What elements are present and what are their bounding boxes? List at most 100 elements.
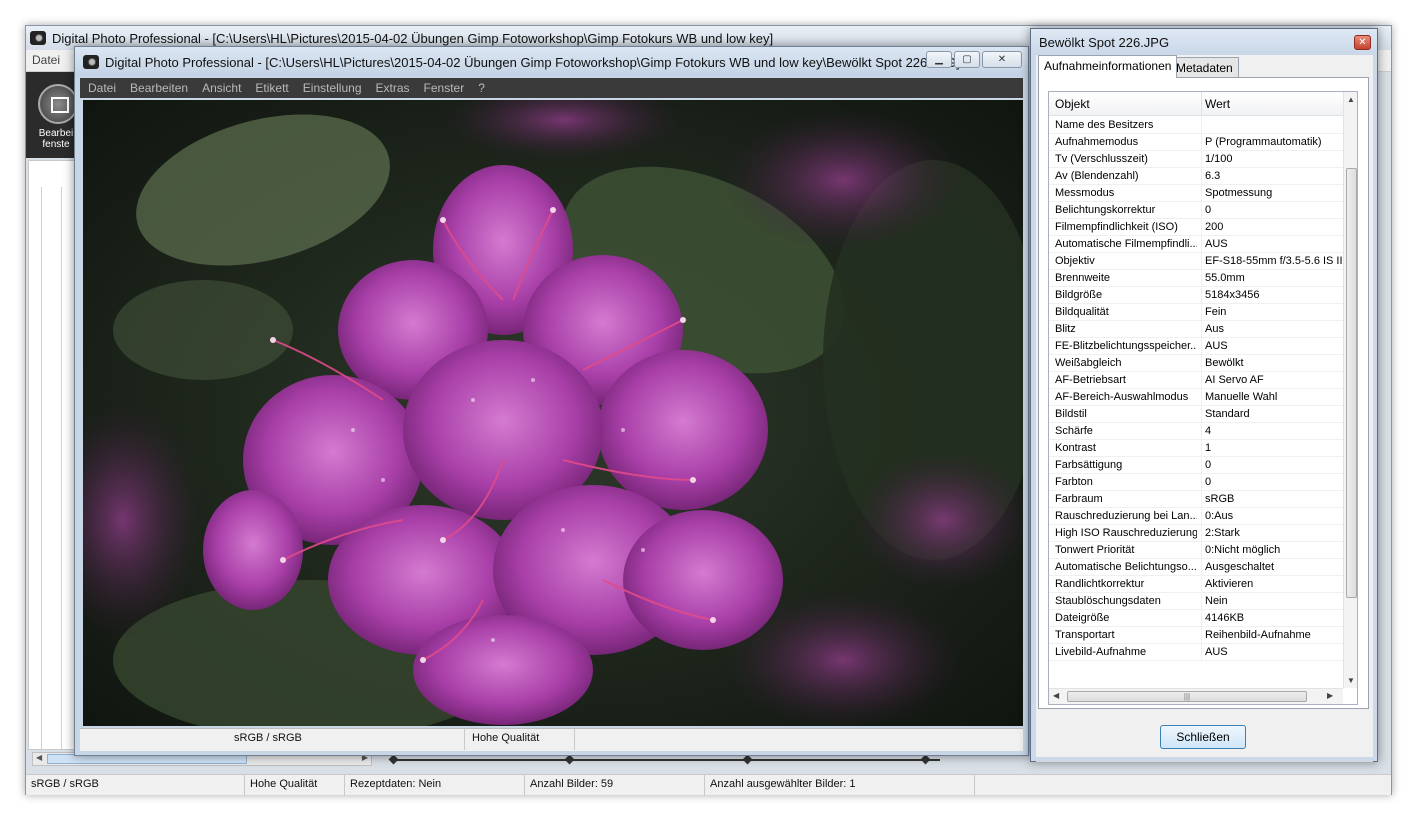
table-row[interactable]: Farbton 0 bbox=[1049, 474, 1343, 491]
row-key: Bildgröße bbox=[1055, 289, 1103, 301]
row-key: Transportart bbox=[1055, 629, 1115, 641]
viewer-titlebar[interactable]: Digital Photo Professional - [C:\Users\H… bbox=[75, 47, 1028, 77]
menu-help[interactable]: ? bbox=[478, 81, 485, 95]
edit-window-icon[interactable] bbox=[38, 84, 78, 124]
menu-extras[interactable]: Extras bbox=[376, 81, 410, 95]
row-value: Spotmessung bbox=[1205, 187, 1273, 199]
table-row[interactable]: Aufnahmemodus P (Programmautomatik) bbox=[1049, 134, 1343, 151]
table-row[interactable]: Automatische Belichtungso... Ausgeschalte… bbox=[1049, 559, 1343, 576]
row-key: Bildstil bbox=[1055, 408, 1087, 420]
viewer-window-title: Digital Photo Professional - [C:\Users\H… bbox=[105, 54, 960, 70]
row-value: Fein bbox=[1205, 306, 1227, 318]
tab-metadaten[interactable]: Metadaten bbox=[1170, 57, 1239, 78]
row-key: Blitz bbox=[1055, 323, 1076, 335]
row-key: High ISO Rauschreduzierung bbox=[1055, 527, 1197, 539]
slider-tick[interactable] bbox=[920, 754, 931, 765]
menu-etikett[interactable]: Etikett bbox=[255, 81, 288, 95]
row-value: Aus bbox=[1205, 323, 1224, 335]
row-key: Livebild-Aufnahme bbox=[1055, 646, 1147, 658]
row-key: Weißabgleich bbox=[1055, 357, 1122, 369]
table-row[interactable]: High ISO Rauschreduzierung 2:Stark bbox=[1049, 525, 1343, 542]
table-row[interactable]: Farbraum sRGB bbox=[1049, 491, 1343, 508]
scroll-down-icon[interactable]: ▼ bbox=[1347, 676, 1355, 685]
row-value: 0:Aus bbox=[1205, 510, 1234, 522]
scrollbar-thumb[interactable]: ||| bbox=[1067, 691, 1307, 702]
table-row[interactable]: Automatische Filmempfindli... AUS bbox=[1049, 236, 1343, 253]
scroll-left-icon[interactable]: ◀ bbox=[1053, 691, 1059, 700]
vertical-scrollbar[interactable]: ▲ ▼ bbox=[1343, 92, 1357, 688]
menu-bearbeiten[interactable]: Bearbeiten bbox=[130, 81, 188, 95]
table-row[interactable]: Objektiv EF-S18-55mm f/3.5-5.6 IS II bbox=[1049, 253, 1343, 270]
close-icon[interactable]: ✕ bbox=[982, 51, 1022, 68]
row-value: 0 bbox=[1205, 476, 1212, 488]
row-value: 5184x3456 bbox=[1205, 289, 1260, 301]
main-menu-datei[interactable]: Datei bbox=[32, 53, 60, 67]
row-value: AUS bbox=[1205, 340, 1228, 352]
row-key: Name des Besitzers bbox=[1055, 119, 1154, 131]
table-row[interactable]: AF-Betriebsart AI Servo AF bbox=[1049, 372, 1343, 389]
table-row[interactable]: Tv (Verschlusszeit) 1/100 bbox=[1049, 151, 1343, 168]
scroll-left-icon[interactable]: ◀ bbox=[36, 753, 42, 762]
table-row[interactable]: Livebild-Aufnahme AUS bbox=[1049, 644, 1343, 661]
row-key: Brennweite bbox=[1055, 272, 1111, 284]
table-row[interactable]: Farbsättigung 0 bbox=[1049, 457, 1343, 474]
column-header-objekt[interactable]: Objekt bbox=[1055, 97, 1090, 111]
slider-tick[interactable] bbox=[564, 754, 575, 765]
scroll-up-icon[interactable]: ▲ bbox=[1347, 95, 1355, 104]
table-row[interactable]: Kontrast 1 bbox=[1049, 440, 1343, 457]
slider-tick[interactable] bbox=[742, 754, 753, 765]
slider-tick[interactable] bbox=[388, 754, 399, 765]
row-key: Objektiv bbox=[1055, 255, 1095, 267]
scrollbar-thumb[interactable] bbox=[1346, 168, 1357, 598]
table-row[interactable]: Tonwert Priorität 0:Nicht möglich bbox=[1049, 542, 1343, 559]
close-button[interactable]: Schließen bbox=[1160, 725, 1246, 749]
table-row[interactable]: Randlichtkorrektur Aktivieren bbox=[1049, 576, 1343, 593]
table-row[interactable]: Staublöschungsdaten Nein bbox=[1049, 593, 1343, 610]
table-row[interactable]: Bildstil Standard bbox=[1049, 406, 1343, 423]
table-row[interactable]: Transportart Reihenbild-Aufnahme bbox=[1049, 627, 1343, 644]
tab-aufnahmeinformationen[interactable]: Aufnahmeinformationen bbox=[1038, 55, 1178, 78]
horizontal-scrollbar[interactable]: ◀ ||| ▶ bbox=[1049, 688, 1343, 704]
row-value: Nein bbox=[1205, 595, 1228, 607]
status-quality: Hohe Qualität bbox=[250, 778, 318, 790]
column-header-wert[interactable]: Wert bbox=[1205, 97, 1230, 111]
menu-datei[interactable]: Datei bbox=[88, 81, 116, 95]
table-row[interactable]: Bildqualität Fein bbox=[1049, 304, 1343, 321]
row-value: 1/100 bbox=[1205, 153, 1233, 165]
table-row[interactable]: FE-Blitzbelichtungsspeicher... AUS bbox=[1049, 338, 1343, 355]
close-icon[interactable]: ✕ bbox=[1354, 35, 1371, 50]
table-row[interactable]: Belichtungskorrektur 0 bbox=[1049, 202, 1343, 219]
main-window-title: Digital Photo Professional - [C:\Users\H… bbox=[52, 30, 774, 46]
maximize-icon[interactable]: ▢ bbox=[954, 51, 980, 68]
camera-app-icon bbox=[83, 55, 99, 69]
thumbnail-size-slider[interactable] bbox=[388, 754, 940, 765]
row-key: FE-Blitzbelichtungsspeicher... bbox=[1055, 340, 1197, 352]
row-key: Farbsättigung bbox=[1055, 459, 1123, 471]
table-row[interactable]: Dateigröße 4146KB bbox=[1049, 610, 1343, 627]
table-row[interactable]: Filmempfindlichkeit (ISO) 200 bbox=[1049, 219, 1343, 236]
table-row[interactable]: Rauschreduzierung bei Lan... 0:Aus bbox=[1049, 508, 1343, 525]
row-value: 0 bbox=[1205, 459, 1212, 471]
photo-canvas[interactable] bbox=[83, 100, 1023, 726]
table-row[interactable]: Name des Besitzers bbox=[1049, 117, 1343, 134]
table-row[interactable]: Blitz Aus bbox=[1049, 321, 1343, 338]
row-value: sRGB bbox=[1205, 493, 1235, 505]
menu-einstellung[interactable]: Einstellung bbox=[303, 81, 362, 95]
table-row[interactable]: Schärfe 4 bbox=[1049, 423, 1343, 440]
panel-divider bbox=[61, 187, 62, 749]
table-row[interactable]: Weißabgleich Bewölkt bbox=[1049, 355, 1343, 372]
dialog-statusbar bbox=[1036, 761, 1373, 781]
menu-ansicht[interactable]: Ansicht bbox=[202, 81, 241, 95]
table-row[interactable]: Bildgröße 5184x3456 bbox=[1049, 287, 1343, 304]
info-list[interactable]: Objekt Wert Name des Besitzers Aufnahmemo… bbox=[1048, 91, 1358, 705]
minimize-icon[interactable]: ▁ bbox=[926, 51, 952, 68]
thumbnail-panel[interactable] bbox=[28, 160, 76, 750]
scroll-right-icon[interactable]: ▶ bbox=[1327, 691, 1333, 700]
table-row[interactable]: Messmodus Spotmessung bbox=[1049, 185, 1343, 202]
row-value: 4146KB bbox=[1205, 612, 1245, 624]
menu-fenster[interactable]: Fenster bbox=[424, 81, 465, 95]
table-row[interactable]: Brennweite 55.0mm bbox=[1049, 270, 1343, 287]
table-row[interactable]: Av (Blendenzahl) 6.3 bbox=[1049, 168, 1343, 185]
dialog-titlebar[interactable]: Bewölkt Spot 226.JPG ✕ bbox=[1031, 29, 1377, 55]
table-row[interactable]: AF-Bereich-Auswahlmodus Manuelle Wahl bbox=[1049, 389, 1343, 406]
